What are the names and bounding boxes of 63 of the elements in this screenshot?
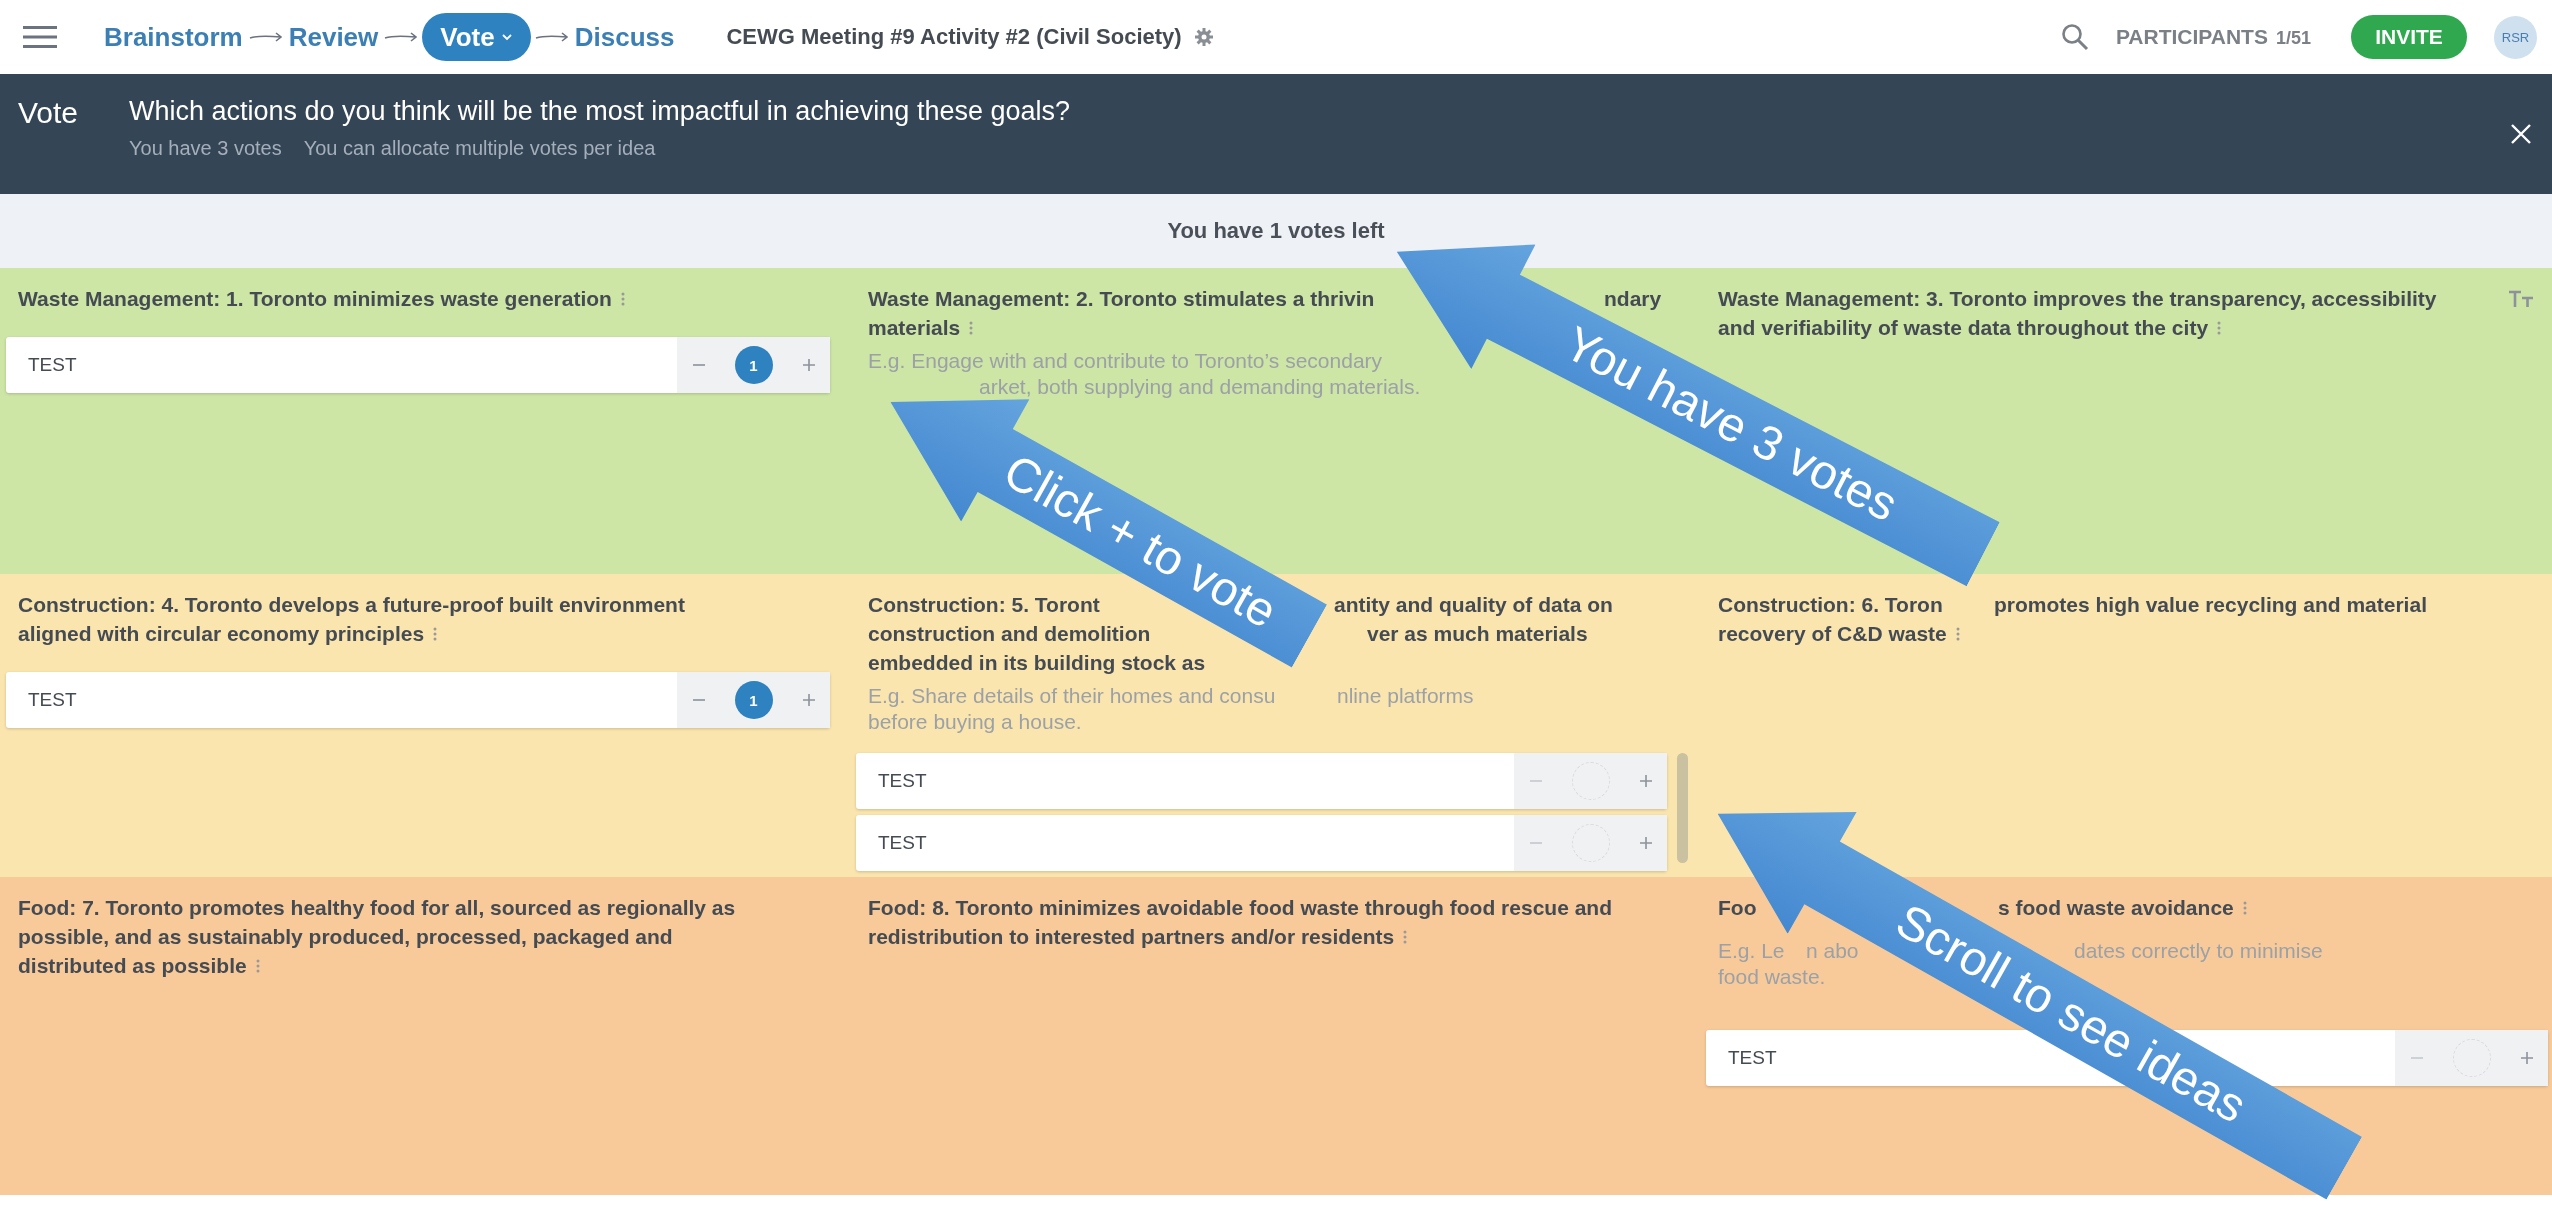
more-icon[interactable]: [968, 319, 975, 336]
idea-text: TEST: [27, 354, 78, 376]
invite-button[interactable]: INVITE: [2351, 15, 2467, 59]
idea-text: TEST: [27, 689, 78, 711]
plus-icon[interactable]: [801, 693, 816, 707]
step-tab[interactable]: Vote: [422, 13, 531, 61]
note-text: You can allocate multiple votes per idea: [303, 137, 656, 160]
step-tab[interactable]: Review: [286, 21, 381, 53]
idea-hint: dates correctly to minimise: [2074, 938, 2323, 964]
goal-title: ndary: [1604, 286, 1662, 312]
goal-title: Food: 7. Toronto promotes healthy food for all, sourced as regionally as: [18, 895, 736, 921]
note-text: You have 3 votes: [129, 137, 282, 160]
plus-icon[interactable]: [801, 358, 816, 372]
goal-title: Foo: [1718, 895, 1757, 921]
goal-title: distributed as possible: [18, 953, 247, 979]
participants-button[interactable]: PARTICIPANTS 1/51: [2115, 25, 2311, 49]
goal-title: aligned with circular economy principles: [18, 621, 425, 647]
goal-title: recovery of C&D waste: [1718, 621, 1947, 647]
plus-icon[interactable]: [1638, 774, 1653, 788]
more-icon[interactable]: [2241, 899, 2248, 916]
more-icon[interactable]: [254, 957, 261, 974]
idea-hint: E.g. Le: [1718, 938, 1785, 964]
scrollbar-thumb[interactable]: [1677, 753, 1688, 863]
question-text: Which actions do you think will be the most impactful in achieving these goals?: [129, 96, 1070, 127]
vote-count: 1: [734, 346, 773, 384]
close-icon[interactable]: [2510, 123, 2532, 145]
meeting-title: CEWG Meeting #9 Activity #2 (Civil Society): [726, 24, 1182, 50]
idea-hint: before buying a house.: [868, 709, 1082, 735]
plus-icon[interactable]: [1638, 836, 1653, 850]
settings-icon[interactable]: [1193, 27, 1214, 47]
arrow-icon: [534, 31, 569, 43]
goal-title: embedded in its building stock as: [868, 650, 1206, 676]
text-size-icon[interactable]: [2508, 290, 2534, 308]
menu-icon[interactable]: [23, 25, 57, 49]
goal-title: materials: [868, 315, 961, 341]
arrow-icon: [248, 31, 283, 43]
idea-hint: n abo: [1806, 938, 1859, 964]
goal-title: possible, and as sustainably produced, processed, packaged and: [18, 924, 673, 950]
step-tab[interactable]: Brainstorm: [102, 21, 245, 53]
goal-title: construction and demolition: [868, 621, 1151, 647]
user-avatar[interactable]: RSR: [2494, 15, 2537, 59]
idea-text: TEST: [877, 770, 928, 792]
goal-title: ver as much materials: [1367, 621, 1588, 647]
goal-title: Construction: 5. Toront: [868, 592, 1100, 618]
vote-count: 1: [734, 681, 773, 719]
more-icon[interactable]: [619, 290, 626, 307]
more-icon[interactable]: [1954, 625, 1961, 642]
goal-title: Construction: 6. Toron: [1718, 592, 1943, 618]
goal-title: redistribution to interested partners and/or residents: [868, 924, 1395, 950]
plus-icon[interactable]: [2519, 1051, 2534, 1065]
search-icon[interactable]: [2059, 22, 2090, 52]
arrow-icon: [384, 31, 419, 43]
banner-title: Vote: [18, 96, 80, 130]
more-icon[interactable]: [432, 625, 439, 642]
more-icon[interactable]: [1402, 928, 1409, 945]
goal-title: Food: 8. Toronto minimizes avoidable food waste through food rescue and: [868, 895, 1612, 921]
more-icon[interactable]: [2216, 319, 2223, 336]
idea-text: TEST: [877, 832, 928, 854]
goal-title: Waste Management: 1. Toronto minimizes waste generation: [18, 286, 612, 312]
caret-icon: [500, 33, 513, 41]
idea-hint: food waste.: [1718, 964, 1826, 990]
goal-title: Construction: 4. Toronto develops a future-proof built environment: [18, 592, 685, 618]
step-tab[interactable]: Discuss: [572, 21, 677, 53]
